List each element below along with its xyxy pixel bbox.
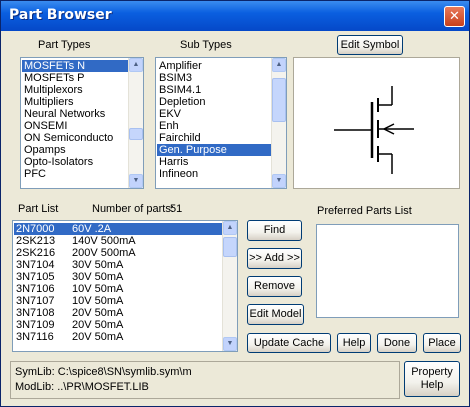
part-type-item[interactable]: MOSFETs P [22,72,128,84]
property-help-line1: Property [411,366,453,378]
part-description: 10V 50mA [72,283,124,295]
number-of-parts-value: 51 [170,203,183,215]
help-button[interactable]: Help [337,333,371,353]
part-types-list[interactable]: MOSFETs N MOSFETs P Multiplexors Multiplier… [20,57,144,189]
part-types-scrollbar[interactable]: ▲ ▼ [128,58,143,188]
part-type-item[interactable]: Opamps [22,144,128,156]
part-name: 3N7104 [16,259,55,271]
part-list-row[interactable]: 3N7116 20V 50mA [14,331,222,343]
modlib-path: ModLib: ..\PR\MOSFET.LIB [15,381,149,393]
sub-type-item[interactable]: EKV [157,108,271,120]
part-description: 20V 50mA [72,319,124,331]
sub-type-item[interactable]: Enh [157,120,271,132]
scroll-thumb[interactable] [223,237,237,257]
part-type-item[interactable]: ONSEMI [22,120,128,132]
part-type-item[interactable]: Neural Networks [22,108,128,120]
part-name: 3N7107 [16,295,55,307]
sub-type-item[interactable]: Infineon [157,168,271,180]
scroll-down-icon[interactable]: ▼ [272,174,286,188]
sub-type-item[interactable]: BSIM4.1 [157,84,271,96]
symbol-preview [293,57,460,189]
scroll-thumb[interactable] [129,128,143,140]
part-description: 60V .2A [72,223,112,235]
scroll-up-icon[interactable]: ▲ [223,221,237,235]
sub-types-items: Amplifier BSIM3 BSIM4.1 Depletion EKV Enh Fair… [157,60,271,180]
part-list-items: 2N7000 60V .2A 2SK213 140V 500mA 2SK216 200V … [14,223,222,343]
part-name: 2N7000 [16,223,55,235]
part-list-row[interactable]: 2SK213 140V 500mA [14,235,222,247]
part-types-label: Part Types [38,39,91,51]
sub-types-scrollbar[interactable]: ▲ ▼ [271,58,286,188]
update-cache-button[interactable]: Update Cache [247,333,331,353]
part-type-item[interactable]: ON Semiconducto [22,132,128,144]
scroll-thumb[interactable] [272,78,286,122]
sub-type-item[interactable]: Harris [157,156,271,168]
add-button[interactable]: >> Add >> [247,248,302,269]
mosfet-n-symbol-icon [334,86,414,174]
part-list-scrollbar[interactable]: ▲ ▼ [222,221,237,351]
done-button[interactable]: Done [377,333,417,353]
close-button[interactable]: ✕ [444,6,465,27]
scroll-down-icon[interactable]: ▼ [223,337,237,351]
title-bar[interactable]: Part Browser ✕ [1,1,469,31]
library-status-panel: SymLib: C:\spice8\SN\symlib.sym\m ModLib… [10,361,400,399]
part-browser-window: Part Browser ✕ Part Types MOSFETs N MOSFE… [0,0,470,407]
sub-types-list[interactable]: Amplifier BSIM3 BSIM4.1 Depletion EKV Enh Fair… [155,57,287,189]
part-description: 20V 50mA [72,331,124,343]
number-of-parts-label: Number of parts: [92,203,174,215]
sub-type-item[interactable]: Fairchild [157,132,271,144]
remove-button[interactable]: Remove [247,276,302,297]
dialog-body: Part Types MOSFETs N MOSFETs P Multiplexor… [4,31,466,405]
property-help-button[interactable]: Property Help [404,361,460,397]
property-help-line2: Help [420,379,444,391]
sub-type-item[interactable]: BSIM3 [157,72,271,84]
part-list-row[interactable]: 3N7104 30V 50mA [14,259,222,271]
preferred-parts-list[interactable] [316,224,459,318]
part-type-item[interactable]: Multiplexors [22,84,128,96]
preferred-parts-label: Preferred Parts List [317,205,412,217]
part-name: 3N7105 [16,271,55,283]
edit-symbol-button[interactable]: Edit Symbol [337,35,403,55]
sub-type-item[interactable]: Depletion [157,96,271,108]
part-list-row[interactable]: 2SK216 200V 500mA [14,247,222,259]
part-list-row[interactable]: 3N7105 30V 50mA [14,271,222,283]
part-list-label: Part List [18,203,59,215]
part-name: 3N7116 [16,331,54,343]
part-description: 20V 50mA [72,307,124,319]
part-description: 200V 500mA [72,247,136,259]
part-type-item[interactable]: Opto-Isolators [22,156,128,168]
symlib-path: SymLib: C:\spice8\SN\symlib.sym\m [15,366,192,378]
part-name: 3N7106 [16,283,55,295]
scroll-down-icon[interactable]: ▼ [129,174,143,188]
sub-type-item[interactable]: Amplifier [157,60,271,72]
find-button[interactable]: Find [247,220,302,241]
part-list-row[interactable]: 3N7107 10V 50mA [14,295,222,307]
scroll-up-icon[interactable]: ▲ [272,58,286,72]
part-name: 2SK213 [16,235,56,247]
part-type-item[interactable]: PFC [22,168,128,180]
part-list-row[interactable]: 2N7000 60V .2A [14,223,222,235]
window-title: Part Browser [9,7,112,23]
part-description: 30V 50mA [72,271,124,283]
part-name: 3N7109 [16,319,55,331]
place-button[interactable]: Place [423,333,461,353]
part-list-row[interactable]: 3N7106 10V 50mA [14,283,222,295]
part-name: 2SK216 [16,247,56,259]
part-name: 3N7108 [16,307,55,319]
part-list-row[interactable]: 3N7109 20V 50mA [14,319,222,331]
part-types-items: MOSFETs N MOSFETs P Multiplexors Multiplier… [22,60,128,180]
part-type-item[interactable]: Multipliers [22,96,128,108]
part-type-item[interactable]: MOSFETs N [22,60,128,72]
part-description: 140V 500mA [72,235,136,247]
edit-model-button[interactable]: Edit Model [247,304,304,325]
part-description: 10V 50mA [72,295,124,307]
part-description: 30V 50mA [72,259,124,271]
scroll-up-icon[interactable]: ▲ [129,58,143,72]
part-list-row[interactable]: 3N7108 20V 50mA [14,307,222,319]
sub-type-item[interactable]: Gen. Purpose [157,144,271,156]
part-list[interactable]: 2N7000 60V .2A 2SK213 140V 500mA 2SK216 200V … [12,220,238,352]
sub-types-label: Sub Types [180,39,232,51]
